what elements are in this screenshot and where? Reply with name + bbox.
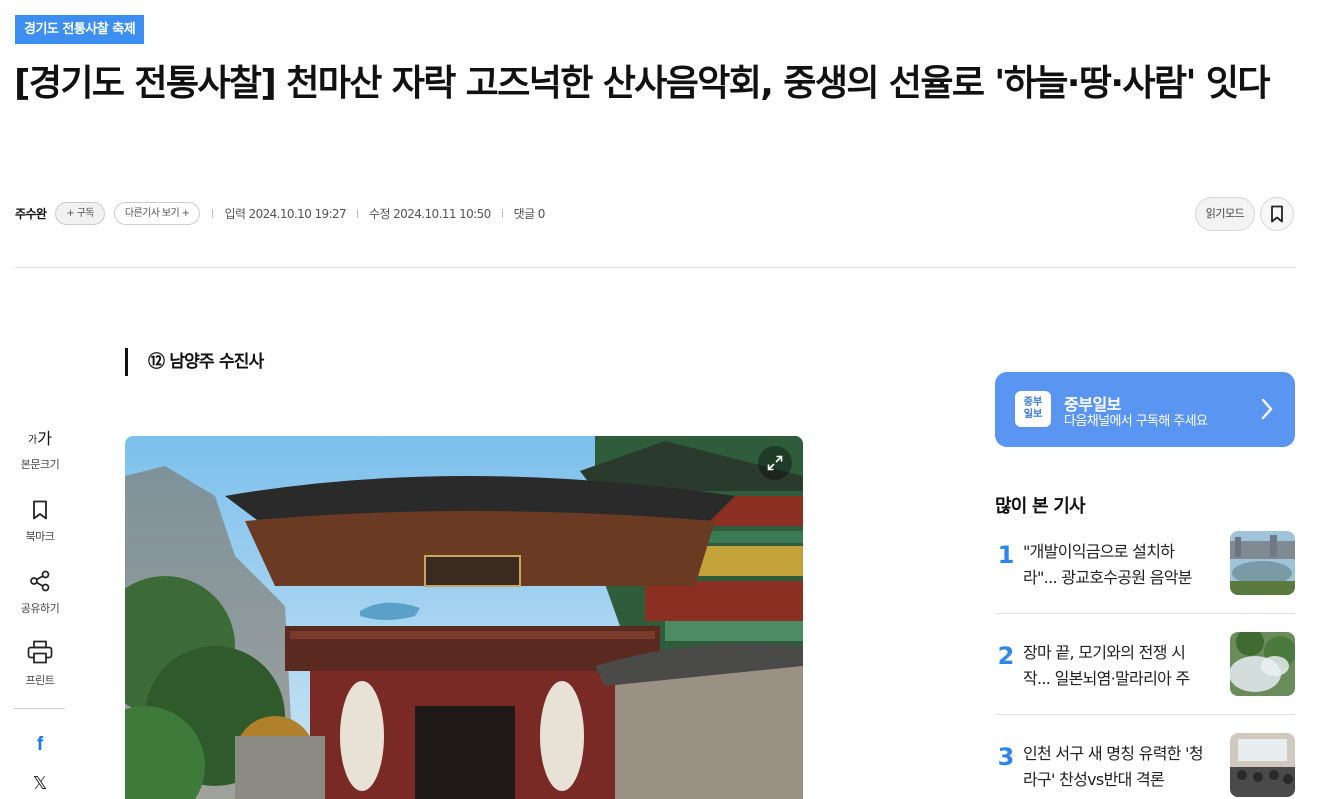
rank-number: 2	[997, 642, 1015, 670]
header-divider	[15, 267, 1296, 268]
popular-article[interactable]: 3 인천 서구 새 명칭 유력한 '청라구' 찬성vs반대 격론	[995, 733, 1295, 799]
bookmark-tool[interactable]: 북마크	[14, 492, 66, 564]
font-size-label: 본문크기	[20, 458, 60, 471]
chevron-right-icon	[1261, 398, 1273, 420]
print-icon	[27, 640, 53, 664]
banner-description: 다음채널에서 구독해 주세요	[1064, 414, 1208, 429]
bookmark-button[interactable]	[1260, 197, 1294, 231]
share-icon	[30, 570, 50, 592]
print-tool[interactable]: 프린트	[14, 636, 66, 708]
share-label: 공유하기	[20, 602, 60, 615]
bookmark-icon	[33, 500, 47, 520]
expand-photo-button[interactable]	[758, 446, 792, 480]
thumbnail-fog-image	[1230, 632, 1295, 696]
side-divider	[14, 708, 65, 709]
popular-article-title[interactable]: 인천 서구 새 명칭 유력한 '청라구' 찬성vs반대 격론	[1023, 741, 1208, 793]
popular-article[interactable]: 1 "개발이익금으로 설치하라"... 광교호수공원 음악분	[995, 531, 1295, 631]
rank-number: 1	[997, 541, 1015, 569]
meta-divider	[212, 208, 214, 218]
facebook-icon: f	[36, 734, 44, 755]
item-divider	[995, 714, 1295, 715]
comment-count[interactable]: 댓글 0	[514, 205, 546, 222]
font-size-glyph-large: 가	[37, 429, 52, 448]
meta-divider	[501, 208, 503, 218]
x-share-button[interactable]: 𝕏	[14, 764, 66, 799]
author-name[interactable]: 주수완	[15, 205, 47, 222]
article-photo[interactable]	[125, 436, 803, 799]
read-mode-button[interactable]: 읽기모드	[1195, 197, 1255, 231]
font-size-tool[interactable]: 가가 본문크기	[14, 420, 66, 492]
jungbu-logo: 중부 일보	[1015, 391, 1051, 427]
side-toolbar: 가가 본문크기 북마크 공유하기 프린트 f 𝕏	[14, 420, 66, 799]
subscribe-button[interactable]: + 구독	[55, 201, 105, 225]
popular-article-thumbnail[interactable]	[1230, 632, 1295, 696]
expand-icon	[767, 455, 783, 471]
print-label: 프린트	[25, 674, 55, 687]
font-size-glyph-small: 가	[28, 435, 38, 446]
meta-divider	[357, 208, 359, 218]
popular-article-thumbnail[interactable]	[1230, 531, 1295, 595]
share-tool[interactable]: 공유하기	[14, 564, 66, 636]
rank-number: 3	[997, 743, 1015, 771]
popular-article-thumbnail[interactable]	[1230, 733, 1295, 797]
category-badge[interactable]: 경기도 전통사찰 축제	[15, 15, 145, 44]
thumbnail-meeting-image	[1230, 733, 1295, 797]
thumbnail-lake-image	[1230, 531, 1295, 595]
popular-article[interactable]: 2 장마 끝, 모기와의 전쟁 시작... 일본뇌염·말라리아 주	[995, 632, 1295, 732]
article-headline: [경기도 전통사찰] 천마산 자락 고즈넉한 산사음악회, 중생의 선율로 '하…	[14, 63, 1270, 104]
popular-article-title[interactable]: 장마 끝, 모기와의 전쟁 시작... 일본뇌염·말라리아 주	[1023, 640, 1208, 692]
subscribe-banner[interactable]: 중부 일보 중부일보 다음채널에서 구독해 주세요	[995, 372, 1295, 447]
x-icon: 𝕏	[32, 772, 48, 794]
font-size-icon: 가가	[28, 420, 52, 448]
other-articles-button[interactable]: 다른기사 보기 +	[113, 201, 201, 225]
article-meta: 주수완 + 구독 다른기사 보기 + 입력 2024.10.10 19:27 수…	[15, 201, 545, 225]
temple-photo	[125, 436, 803, 799]
bookmark-label: 북마크	[25, 530, 55, 543]
item-divider	[995, 613, 1295, 614]
popular-articles-title: 많이 본 기사	[995, 496, 1086, 517]
article-subhead: ⑫ 남양주 수진사	[125, 348, 264, 376]
bookmark-icon	[1271, 205, 1283, 223]
facebook-share-button[interactable]: f	[14, 726, 66, 764]
modified-date: 수정 2024.10.11 10:50	[369, 206, 491, 221]
published-date: 입력 2024.10.10 19:27	[224, 206, 347, 221]
popular-article-title[interactable]: "개발이익금으로 설치하라"... 광교호수공원 음악분	[1023, 539, 1208, 591]
